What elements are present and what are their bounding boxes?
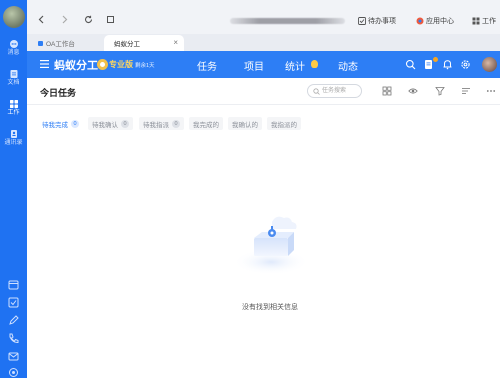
work-icon [472, 17, 480, 25]
bookmark-work[interactable]: 工作 [472, 16, 496, 26]
bookmark-app-center[interactable]: 应用中心 [416, 16, 454, 26]
gear-icon[interactable] [460, 59, 471, 70]
eye-icon[interactable] [408, 86, 418, 96]
filter-tab-confirmed[interactable]: 我确认的 [228, 117, 262, 130]
filter-tab-label: 我指派的 [271, 121, 297, 129]
browser-toolbar: 待办事项 应用中心 工作 [27, 0, 500, 34]
count-badge: 0 [121, 119, 129, 128]
nav-tasks[interactable]: 任务 [197, 58, 217, 73]
filter-tab-label: 待我指派 [143, 121, 169, 129]
phone-icon[interactable] [7, 332, 20, 345]
tab-label: 蚂蚁分工 [114, 41, 140, 48]
filter-tab-label: 我确认的 [232, 121, 258, 129]
user-avatar[interactable] [482, 57, 497, 72]
brand-name: 蚂蚁分工 [54, 60, 98, 72]
edition-label[interactable]: 专业版 [109, 59, 133, 70]
settings-icon[interactable] [7, 366, 20, 378]
count-badge: 0 [172, 119, 180, 128]
rail-label-contacts: 通讯录 [4, 140, 23, 146]
search-input[interactable] [322, 86, 360, 96]
close-icon[interactable]: × [173, 38, 178, 47]
filter-tab-to-complete[interactable]: 待我完成 0 [38, 117, 83, 130]
rail-item-contacts[interactable]: 通讯录 [0, 129, 27, 147]
task-search [307, 84, 362, 98]
lightbulb-icon [311, 60, 318, 68]
search-icon [313, 88, 320, 95]
fullscreen-icon[interactable] [106, 15, 115, 24]
rail-label-messages: 消息 [7, 50, 20, 56]
bookmark-todo-label: 待办事项 [368, 18, 396, 25]
nav-projects[interactable]: 项目 [244, 58, 264, 73]
refresh-icon[interactable] [84, 15, 93, 24]
rail-label-docs: 文档 [7, 80, 20, 86]
todo-icon [358, 17, 366, 25]
trial-remaining: 剩余1天 [135, 63, 155, 69]
layout-grid-icon[interactable] [382, 86, 392, 96]
sort-icon[interactable] [461, 86, 471, 96]
tab-label: OA工作台 [46, 41, 75, 48]
avatar[interactable] [3, 6, 25, 28]
rail-item-work[interactable]: 工作 [0, 99, 27, 117]
mail-icon[interactable] [7, 350, 20, 363]
filter-tab-to-confirm[interactable]: 待我确认 0 [88, 117, 133, 130]
bookmark-work-label: 工作 [482, 18, 496, 25]
checklist-icon[interactable] [7, 296, 20, 309]
filter-tab-label: 待我确认 [92, 121, 118, 129]
back-icon[interactable] [37, 15, 46, 24]
nav-activity[interactable]: 动态 [338, 58, 358, 73]
address-bar[interactable] [230, 18, 345, 24]
empty-box-illustration [233, 216, 309, 275]
rail-label-work: 工作 [7, 110, 20, 116]
rail-item-messages[interactable]: 消息 [0, 39, 27, 57]
left-rail: 消息 文档 工作 通讯录 [0, 0, 27, 378]
rail-item-docs[interactable]: 文档 [0, 69, 27, 87]
filter-tab-to-assign[interactable]: 待我指派 0 [139, 117, 184, 130]
filter-icon[interactable] [435, 86, 445, 96]
tab-favicon-icon [38, 40, 43, 46]
filter-tab-label: 待我完成 [42, 121, 68, 129]
menu-icon[interactable] [40, 60, 49, 68]
bookmark-app-center-label: 应用中心 [426, 18, 454, 25]
browser-tabs: OA工作台 蚂蚁分工 × [27, 34, 500, 51]
filter-tab-completed[interactable]: 我完成的 [189, 117, 223, 130]
tab-oa-workbench[interactable]: OA工作台 [28, 35, 106, 51]
more-icon[interactable] [486, 86, 496, 96]
pro-badge-icon [97, 59, 108, 70]
filter-tab-label: 我完成的 [193, 121, 219, 129]
nav-stats[interactable]: 统计 [285, 58, 305, 73]
message-icon [9, 40, 18, 48]
page-title: 今日任务 [40, 88, 77, 98]
calendar-icon[interactable] [7, 278, 20, 291]
contacts-icon [10, 130, 17, 138]
search-icon[interactable] [405, 59, 416, 70]
divider [27, 104, 500, 105]
count-badge: 0 [71, 119, 79, 128]
empty-state-message: 没有找到相关信息 [242, 304, 298, 311]
bookmark-todo[interactable]: 待办事项 [358, 16, 396, 26]
pen-icon[interactable] [7, 314, 20, 327]
app-window: 消息 文档 工作 通讯录 待办事项 应用中心 工作 OA工作台 蚂蚁分工 × 蚂… [0, 0, 500, 378]
notification-badge [433, 57, 438, 62]
forward-icon[interactable] [60, 15, 69, 24]
document-icon [10, 70, 17, 78]
app-header: 蚂蚁分工 专业版 剩余1天 任务 项目 统计 动态 [27, 51, 500, 78]
tab-ant-division[interactable]: 蚂蚁分工 × [104, 35, 184, 51]
bell-icon[interactable] [442, 59, 453, 70]
app-center-icon [416, 17, 424, 25]
grid-icon [9, 100, 18, 108]
filter-tab-assigned[interactable]: 我指派的 [267, 117, 301, 130]
